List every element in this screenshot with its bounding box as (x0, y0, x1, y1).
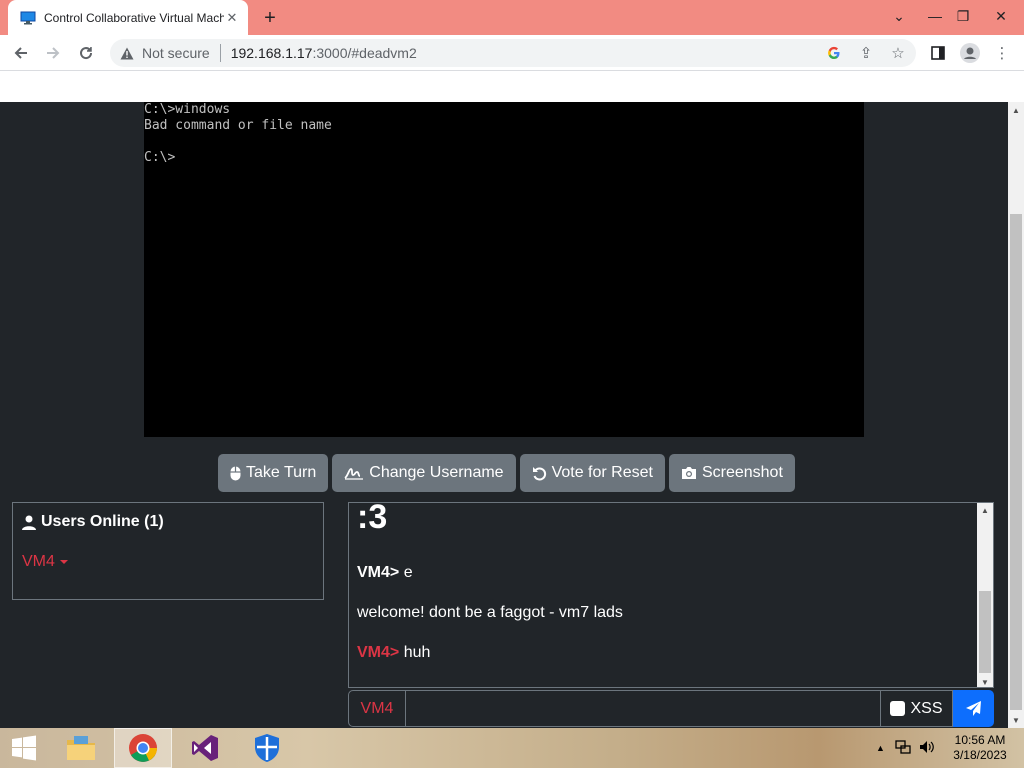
chat-username: VM4 (357, 644, 390, 661)
vote-reset-button[interactable]: Vote for Reset (519, 454, 665, 492)
visual-studio-taskbar-item[interactable] (176, 728, 234, 768)
file-explorer-taskbar-item[interactable] (52, 728, 110, 768)
xss-label: XSS (910, 699, 943, 717)
chat-username-badge: VM4 (348, 690, 406, 727)
google-lens-icon[interactable] (822, 41, 846, 65)
mouse-icon (230, 466, 241, 480)
back-arrow-icon[interactable] (8, 40, 34, 66)
page-top-margin (0, 71, 1024, 102)
chat-separator: > (389, 564, 404, 581)
address-bar[interactable]: Not secure 192.168.1.17:3000/#deadvm2 (110, 39, 916, 67)
scroll-down-arrow-icon[interactable]: ▼ (977, 675, 993, 687)
chat-messages: :3 VM4> e welcome! dont be a faggot - vm… (357, 503, 969, 661)
camera-icon (681, 467, 696, 479)
speaker-icon[interactable] (919, 740, 935, 757)
clock-date: 3/18/2023 (953, 748, 1007, 762)
send-button[interactable] (953, 690, 994, 727)
bookmark-star-icon[interactable]: ☆ (886, 41, 910, 65)
user-icon (22, 515, 36, 530)
take-turn-label: Take Turn (246, 464, 317, 481)
browser-tabstrip: Control Collaborative Virtual Machines ✕… (0, 0, 1024, 35)
reload-icon[interactable] (73, 40, 99, 66)
system-tray: ▲ (876, 728, 935, 768)
close-window-button[interactable]: ✕ (984, 0, 1018, 32)
windows-taskbar: ▲ 10:56 AM 3/18/2023 (0, 728, 1024, 768)
user-list-item[interactable]: VM4 (22, 553, 314, 571)
browser-toolbar: Not secure 192.168.1.17:3000/#deadvm2 ⇪ … (0, 35, 1024, 71)
warning-triangle-icon[interactable] (120, 45, 136, 61)
folder-icon (67, 736, 95, 760)
tab-search-chevron-icon[interactable]: ⌄ (882, 0, 916, 32)
chat-scrollbar[interactable]: ▲ ▼ (977, 503, 993, 687)
share-icon[interactable]: ⇪ (854, 41, 878, 65)
shield-icon (255, 734, 279, 762)
scroll-up-arrow-icon[interactable]: ▲ (1008, 102, 1024, 118)
screenshot-button[interactable]: Screenshot (668, 454, 795, 492)
signature-icon (344, 468, 364, 480)
scroll-up-arrow-icon[interactable]: ▲ (977, 503, 993, 517)
vm-line (144, 134, 864, 150)
collabvm-page: C:\>windows Bad command or file name C:\… (0, 102, 1008, 728)
forward-arrow-icon[interactable] (40, 40, 66, 66)
monitor-icon (20, 10, 36, 26)
vm-display[interactable]: C:\>windows Bad command or file name C:\… (144, 102, 864, 437)
windows-logo-icon (12, 735, 36, 761)
tray-chevron-up-icon[interactable]: ▲ (876, 743, 885, 753)
url-host: 192.168.1.17 (230, 45, 313, 61)
profile-avatar-icon[interactable] (958, 41, 982, 65)
chat-text: welcome! dont be a faggot - vm7 lads (357, 604, 623, 621)
users-online-header: Users Online (1) (22, 513, 314, 531)
close-tab-icon[interactable]: ✕ (224, 10, 240, 26)
undo-icon (532, 466, 546, 480)
users-online-panel: Users Online (1) VM4 (12, 502, 324, 600)
taskbar-clock[interactable]: 10:56 AM 3/18/2023 (950, 733, 1010, 763)
chat-scroll-thumb[interactable] (979, 591, 991, 673)
chat-message: :3 (357, 502, 388, 536)
chat-message: welcome! dont be a faggot - vm7 lads (357, 605, 969, 621)
chat-message-input[interactable] (406, 690, 881, 727)
take-turn-button[interactable]: Take Turn (218, 454, 329, 492)
network-icon[interactable] (895, 739, 911, 757)
chrome-icon (129, 734, 157, 762)
vm-line: Bad command or file name (144, 118, 332, 133)
chat-text: huh (403, 644, 431, 661)
tab-title: Control Collaborative Virtual Machines (44, 10, 224, 25)
caret-down-icon (59, 560, 68, 564)
users-online-title: Users Online (1) (41, 513, 164, 530)
defender-taskbar-item[interactable] (238, 728, 296, 768)
menu-kebab-icon[interactable]: ⋮ (990, 41, 1014, 65)
new-tab-button[interactable]: + (258, 6, 282, 30)
vm-controls: Take Turn Change Username Vote for Reset… (218, 454, 795, 492)
vote-reset-label: Vote for Reset (551, 464, 653, 481)
scroll-down-arrow-icon[interactable]: ▼ (1008, 712, 1024, 728)
clock-time: 10:56 AM (954, 733, 1006, 747)
chat-message: VM4> e (357, 565, 969, 581)
xss-checkbox[interactable] (890, 701, 906, 716)
change-username-label: Change Username (369, 464, 504, 481)
chat-username: VM4 (357, 564, 390, 581)
user-name: VM4 (22, 553, 55, 570)
page-scroll-thumb[interactable] (1010, 214, 1022, 710)
chat-separator: > (389, 644, 404, 661)
page-scrollbar[interactable]: ▲ ▼ (1008, 102, 1024, 728)
vm-line: C:\>windows (144, 102, 231, 117)
chat-message: VM4> huh (357, 645, 969, 661)
chat-log[interactable]: :3 VM4> e welcome! dont be a faggot - vm… (348, 502, 994, 688)
security-label: Not secure (142, 45, 210, 61)
change-username-button[interactable]: Change Username (332, 454, 516, 492)
restore-button[interactable]: ❐ (946, 0, 980, 32)
start-button[interactable] (0, 728, 48, 768)
visual-studio-icon (192, 735, 218, 761)
chat-input-group: VM4 XSS (348, 690, 994, 727)
side-panel-icon[interactable] (926, 41, 950, 65)
xss-toggle[interactable]: XSS (881, 690, 953, 727)
browser-tab[interactable]: Control Collaborative Virtual Machines ✕ (8, 0, 248, 35)
omnibox-divider (219, 44, 221, 62)
send-paper-plane-icon (966, 701, 981, 716)
chat-text: e (403, 564, 413, 581)
url-path: :3000/#deadvm2 (312, 45, 417, 61)
chrome-taskbar-item[interactable] (114, 728, 172, 768)
screenshot-label: Screenshot (701, 464, 783, 481)
vm-line: C:\> (144, 150, 176, 165)
